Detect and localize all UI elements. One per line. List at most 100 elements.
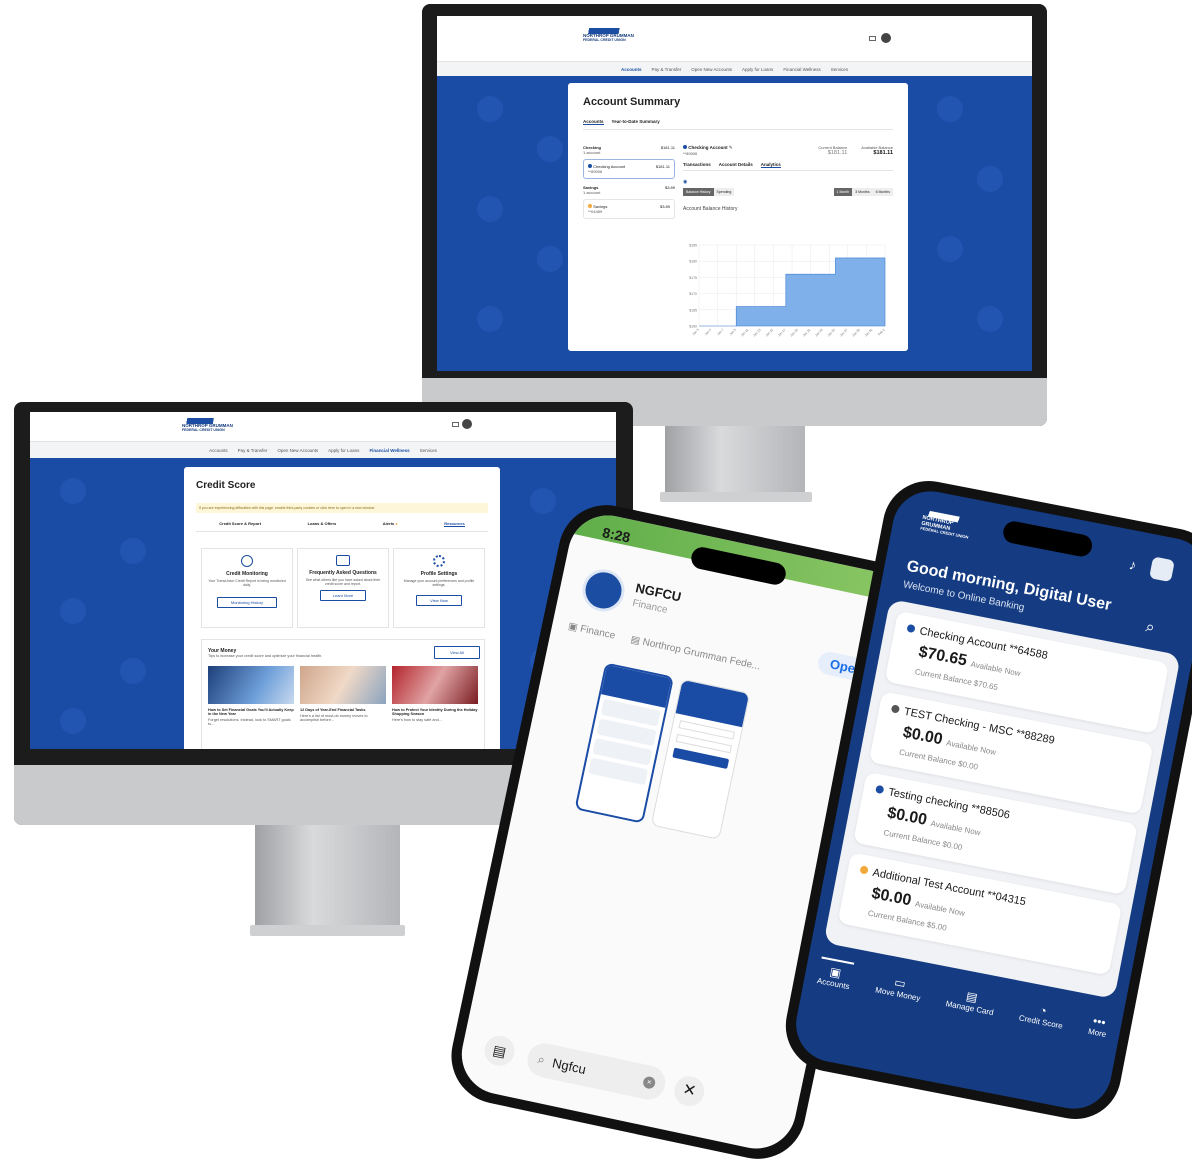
x-tick-label: Feb 2 bbox=[877, 328, 886, 337]
y-tick-label: $180 bbox=[689, 260, 697, 264]
tile-credit-monitoring: Credit Monitoring Your TransUnion Credit… bbox=[201, 548, 293, 628]
x-tick-label: Jan 3 bbox=[691, 328, 700, 337]
tab-more[interactable]: ••• More bbox=[1081, 1009, 1110, 1071]
x-tick-label: Jan 9 bbox=[729, 328, 738, 337]
avatar[interactable] bbox=[881, 33, 891, 43]
nav-services[interactable]: Services bbox=[420, 448, 437, 453]
mail-icon[interactable] bbox=[869, 36, 876, 41]
monitor-stand-2 bbox=[255, 825, 400, 927]
tab-loans-offers[interactable]: Loans & Offers bbox=[308, 521, 337, 527]
search-icon[interactable]: ⌕ bbox=[1144, 618, 1156, 637]
article-card[interactable]: How to Set Financial Goals You'll Actual… bbox=[208, 666, 294, 726]
range-6-months[interactable]: 6 Months bbox=[872, 188, 893, 196]
profile-avatar[interactable] bbox=[1149, 556, 1175, 583]
cookie-notice[interactable]: If you are experiencing difficulties wit… bbox=[196, 503, 488, 513]
tabs-icon[interactable]: ▤ bbox=[481, 1033, 518, 1069]
monitor-base-2 bbox=[250, 925, 405, 936]
x-tick-label: Jan 17 bbox=[777, 328, 787, 338]
close-icon[interactable]: ✕ bbox=[671, 1073, 708, 1109]
main-nav: Accounts Pay & Transfer Open New Account… bbox=[437, 62, 1032, 76]
tab-ytd-summary[interactable]: Year-to-Date Summary bbox=[612, 119, 660, 125]
credit-score-card: Credit Score If you are experiencing dif… bbox=[184, 467, 500, 749]
article-card[interactable]: How to Protect Your Identity During the … bbox=[392, 666, 478, 722]
tab-accounts[interactable]: ▣ Accounts bbox=[810, 956, 855, 1022]
nav-pay-transfer[interactable]: Pay & Transfer bbox=[238, 448, 268, 453]
x-tick-label: Jan 29 bbox=[851, 328, 861, 338]
sidebar-checking-account[interactable]: Checking Account $181.11 **89006 bbox=[583, 159, 675, 179]
avatar[interactable] bbox=[462, 419, 472, 429]
nav-financial-wellness[interactable]: Financial Wellness bbox=[783, 67, 820, 72]
bell-icon[interactable]: ♪ bbox=[1128, 556, 1138, 573]
search-icon: ⌕ bbox=[536, 1051, 547, 1068]
main-nav-2: Accounts Pay & Transfer Open New Account… bbox=[30, 442, 616, 458]
tab-alerts[interactable]: Alerts ● bbox=[383, 521, 398, 527]
tab-credit-score-report[interactable]: Credit Score & Report bbox=[219, 521, 261, 527]
monitoring-history-button[interactable]: Monitoring History bbox=[217, 597, 277, 608]
monitor-account-summary: NORTHROP GRUMMAN FEDERAL CREDIT UNION Ac… bbox=[422, 4, 1047, 426]
subtab-spending[interactable]: Spending bbox=[713, 188, 735, 196]
account-detail: Checking Account ✎ **89006 Current Balanc… bbox=[683, 145, 893, 212]
tile-faq: Frequently Asked Questions See what othe… bbox=[297, 548, 389, 628]
nav-open-accounts[interactable]: Open New Accounts bbox=[277, 448, 318, 453]
range-3-months[interactable]: 3 Months bbox=[852, 188, 873, 196]
article-image-goals bbox=[208, 666, 294, 704]
faq-icon bbox=[336, 555, 350, 566]
x-tick-label: Jan 31 bbox=[864, 328, 874, 338]
nav-accounts[interactable]: Accounts bbox=[209, 448, 228, 453]
view-now-button[interactable]: View Now bbox=[416, 595, 462, 606]
view-all-button[interactable]: View All bbox=[434, 646, 480, 659]
ngfcu-logo-2: NORTHROP GRUMMAN FEDERAL CREDIT UNION bbox=[182, 418, 234, 432]
tile-profile-settings: Profile Settings Manage your account pre… bbox=[393, 548, 485, 628]
tab-credit-score[interactable]: ◔ Credit Score bbox=[1012, 996, 1067, 1063]
tab-move-money[interactable]: ▭ Move Money bbox=[868, 968, 924, 1036]
page-title: Credit Score bbox=[196, 480, 256, 491]
tab-account-details[interactable]: Account Details bbox=[719, 162, 753, 168]
x-tick-label: Jan 27 bbox=[839, 328, 849, 338]
ngfcu-logo: NORTHROP GRUMMAN FEDERAL CREDIT UNION bbox=[583, 28, 643, 42]
sidebar-savings-account[interactable]: Savings $3.89 **04459 bbox=[583, 199, 675, 219]
nav-apply-loans[interactable]: Apply for Loans bbox=[742, 67, 773, 72]
article-image-family bbox=[300, 666, 386, 704]
credit-monitor-icon bbox=[241, 555, 253, 567]
x-tick-label: Jan 13 bbox=[752, 328, 762, 338]
tab-manage-card[interactable]: ▤ Manage Card bbox=[939, 981, 998, 1049]
article-image-holiday bbox=[392, 666, 478, 704]
clear-icon[interactable]: × bbox=[642, 1075, 657, 1090]
x-tick-label: Jan 19 bbox=[789, 328, 799, 338]
tab-resources[interactable]: Resources bbox=[444, 521, 465, 527]
app-icon bbox=[578, 565, 629, 616]
nav-pay-transfer[interactable]: Pay & Transfer bbox=[651, 67, 681, 72]
y-tick-label: $175 bbox=[689, 276, 697, 280]
x-tick-label: Jan 11 bbox=[740, 328, 750, 338]
meta-developer: ▤ Northrop Grumman Fede... bbox=[629, 634, 762, 673]
learn-more-button[interactable]: Learn More bbox=[320, 590, 366, 601]
nav-accounts[interactable]: Accounts bbox=[621, 67, 642, 72]
your-money-section: Your Money Tips to increase your credit … bbox=[201, 639, 485, 749]
balance-history-chart: $185$180$175$170$165$160Jan 3 Jan 5 Jan 7J… bbox=[689, 244, 886, 338]
x-tick-label: Jan 25 bbox=[827, 328, 837, 338]
subtab-balance-history[interactable]: Balance History bbox=[683, 188, 714, 196]
article-card[interactable]: 12 Days of Year-End Financial Tasks Here… bbox=[300, 666, 386, 722]
x-tick-label: Jan 7 bbox=[716, 328, 725, 337]
edit-icon[interactable]: ✎ bbox=[729, 145, 733, 150]
tab-transactions[interactable]: Transactions bbox=[683, 162, 711, 168]
nav-financial-wellness[interactable]: Financial Wellness bbox=[369, 448, 409, 453]
x-tick-label: Jan 5 bbox=[704, 328, 713, 337]
search-bar[interactable]: ⌕ Ngfcu × bbox=[524, 1040, 669, 1103]
y-tick-label: $185 bbox=[689, 244, 697, 248]
x-tick-label: Jan 21 bbox=[802, 328, 812, 338]
mail-icon[interactable] bbox=[452, 422, 459, 427]
range-1-month[interactable]: 1 Month bbox=[833, 188, 853, 196]
meta-category: ▣ Finance bbox=[567, 620, 617, 642]
gear-icon bbox=[433, 555, 445, 567]
ngfcu-logo-mobile: NORTHROP GRUMMAN FEDERAL CREDIT UNION bbox=[920, 509, 983, 542]
x-tick-label: Jan 23 bbox=[814, 328, 824, 338]
nav-open-accounts[interactable]: Open New Accounts bbox=[691, 67, 732, 72]
chart-title: Account Balance History bbox=[683, 206, 738, 212]
tab-accounts[interactable]: Accounts bbox=[583, 119, 604, 125]
nav-services[interactable]: Services bbox=[831, 67, 848, 72]
page-title: Account Summary bbox=[583, 96, 681, 108]
nav-apply-loans[interactable]: Apply for Loans bbox=[328, 448, 359, 453]
y-tick-label: $170 bbox=[689, 292, 697, 296]
tab-analytics[interactable]: Analytics bbox=[760, 162, 781, 168]
